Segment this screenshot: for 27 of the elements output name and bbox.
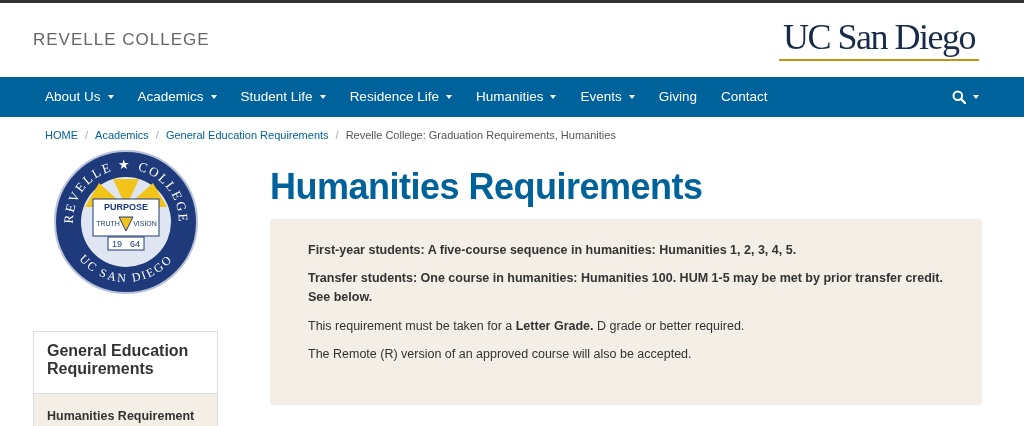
breadcrumb-current: Revelle College: Graduation Requirements, Humanities <box>345 129 616 141</box>
nav-link[interactable]: Giving <box>646 86 709 108</box>
nav-link[interactable]: Contact <box>709 86 780 108</box>
breadcrumb-link[interactable]: HOME <box>45 129 78 141</box>
seal-text: 19 <box>111 239 122 249</box>
paragraph: First-year students: A five-course sequence in humanities: Humanities 1, 2, 3, 4, 5. <box>308 241 798 259</box>
page-heading: Humanities Requirements <box>270 167 704 207</box>
breadcrumb-separator: / <box>84 129 90 141</box>
paragraph: The Remote (R) version of an approved course will also be accepted. <box>308 346 693 364</box>
sidebar-title: General Education Requirements <box>46 341 190 380</box>
breadcrumb-separator: / <box>154 129 160 141</box>
nav-link[interactable]: About Us <box>33 86 126 108</box>
breadcrumb-separator: / <box>334 129 340 141</box>
university-logo[interactable]: UC San Diego <box>779 19 979 61</box>
nav-link[interactable]: Events <box>568 86 647 108</box>
paragraph: Transfer students: One course in humanities: Humanities 100. HUM 1-5 may be met by prior transfer credit. See below. <box>308 269 944 307</box>
nav-link[interactable]: Academics <box>125 86 229 108</box>
search-icon <box>952 90 966 104</box>
site-title[interactable]: REVELLE COLLEGE <box>33 27 210 53</box>
nav-link[interactable]: Student Life <box>228 86 338 108</box>
seal-text: 64 <box>129 239 140 249</box>
nav-link[interactable]: Humanities <box>463 86 569 108</box>
breadcrumb-link[interactable]: General Education Requirements <box>165 129 329 141</box>
sidebar-item[interactable]: Humanities Requirement <box>34 392 217 426</box>
breadcrumb-link[interactable]: Academics <box>95 129 149 141</box>
paragraph: This requirement must be taken for a Letter Grade. D grade or better required. <box>308 317 746 335</box>
nav-link[interactable]: Residence Life <box>337 86 464 108</box>
